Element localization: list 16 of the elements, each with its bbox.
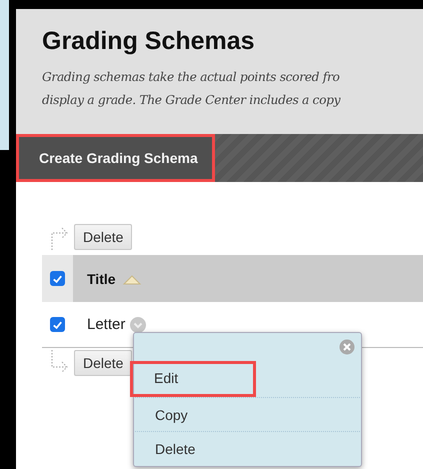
description-line: Grading schemas take the actual points scored fro	[42, 69, 341, 86]
menu-item[interactable]: Copy	[135, 397, 360, 431]
delete-button[interactable]: Delete	[74, 224, 132, 250]
column-header[interactable]: Title	[73, 255, 423, 302]
chevron-icon[interactable]	[129, 316, 148, 334]
row-checkbox[interactable]	[50, 317, 65, 332]
select-all-checkbox[interactable]	[50, 271, 65, 286]
menu-item[interactable]: Edit	[130, 361, 256, 397]
row-title: Letter	[87, 316, 126, 333]
delete-button[interactable]: Delete	[74, 350, 132, 376]
close-icon[interactable]	[339, 339, 355, 355]
description-line: display a grade. The Grade Center includes a copy	[42, 92, 342, 109]
page-title: Grading Schemas	[42, 27, 256, 56]
sort-icon[interactable]	[122, 272, 142, 284]
create-button[interactable]: Create Grading Schema	[16, 134, 215, 182]
menu-item[interactable]: Delete	[135, 431, 360, 465]
